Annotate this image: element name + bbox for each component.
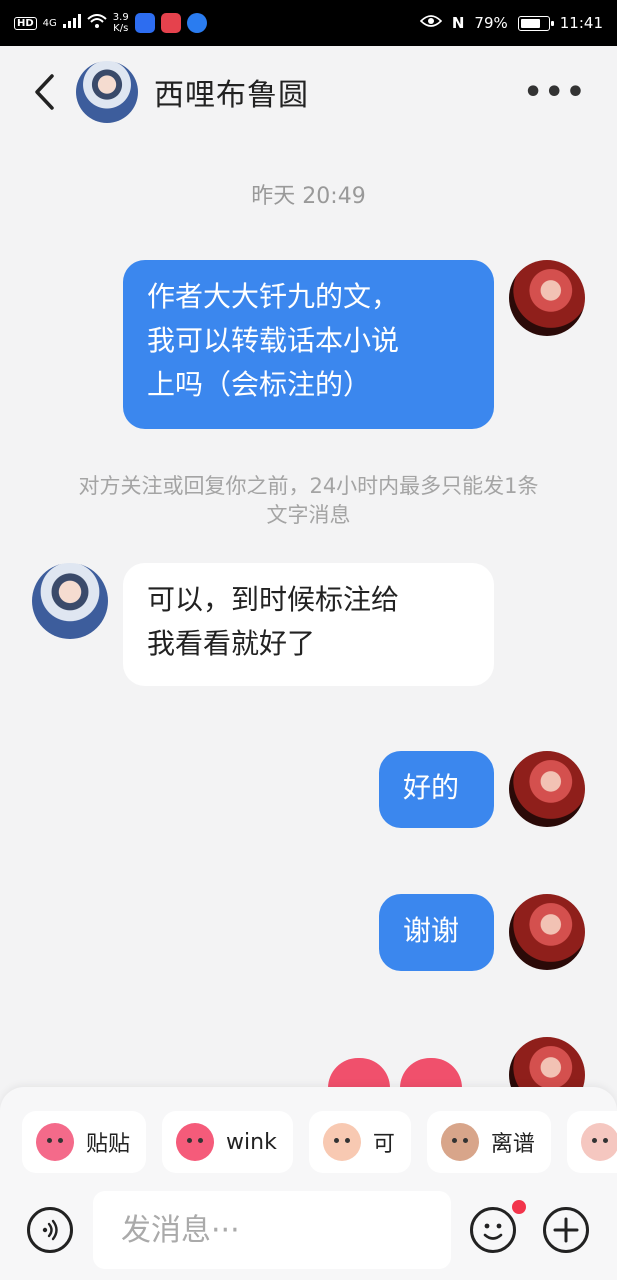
quick-reply-label: wink bbox=[226, 1129, 277, 1155]
speed-value: 3.9 bbox=[112, 12, 129, 23]
battery-icon bbox=[517, 15, 554, 31]
battery-level bbox=[520, 18, 540, 28]
chevron-left-icon bbox=[35, 74, 54, 110]
quick-reply-label: 可 bbox=[372, 1132, 395, 1157]
red-app-icon bbox=[160, 13, 181, 33]
quick-reply-label: 离谱 bbox=[490, 1132, 535, 1157]
emoji-button[interactable] bbox=[470, 1207, 516, 1253]
quick-reply-chip[interactable] bbox=[566, 1111, 617, 1173]
speed-unit: K/s bbox=[113, 23, 129, 34]
hd-badge: HD bbox=[14, 16, 37, 30]
sticker-icon bbox=[36, 1123, 74, 1161]
quick-reply-chip[interactable]: 贴贴 bbox=[22, 1111, 147, 1173]
clock: 11:41 bbox=[559, 14, 603, 32]
network-label: 4G bbox=[42, 17, 57, 29]
message-line: 我可以转载话本小说 bbox=[147, 324, 400, 357]
baidu-app-icon bbox=[134, 13, 155, 33]
quick-reply-chip[interactable]: wink bbox=[162, 1111, 293, 1173]
quick-reply-label: 贴贴 bbox=[86, 1132, 131, 1157]
quick-reply-chip[interactable]: 可 bbox=[308, 1111, 411, 1173]
contact-avatar[interactable] bbox=[32, 563, 108, 639]
quick-reply-bar: 贴贴 wink 可 离谱 bbox=[22, 1111, 617, 1173]
outgoing-message-bubble[interactable]: 谢谢 bbox=[379, 894, 494, 971]
notification-dot bbox=[512, 1200, 526, 1214]
message-line: 可以，到时候标注给 bbox=[147, 583, 400, 616]
sticker-icon bbox=[580, 1123, 617, 1161]
outgoing-message-bubble[interactable]: 作者大大钎九的文， 我可以转载话本小说 上吗（会标注的） bbox=[123, 260, 494, 429]
battery-percent: 79% bbox=[474, 14, 508, 32]
signal-icon bbox=[62, 14, 81, 32]
message-line: 上吗（会标注的） bbox=[147, 368, 372, 401]
sticker-icon bbox=[176, 1123, 215, 1161]
more-icon: ••• bbox=[523, 74, 587, 110]
wifi-icon bbox=[87, 13, 107, 33]
quick-reply-chip[interactable]: 离谱 bbox=[426, 1111, 551, 1173]
voice-icon bbox=[42, 1219, 58, 1241]
status-bar: HD 4G 3.9 K/s N 79% 11:41 bbox=[0, 0, 617, 46]
nfc-icon: N bbox=[451, 14, 465, 32]
message-timestamp: 昨天 20:49 bbox=[251, 184, 366, 209]
messaging-limit-notice: 对方关注或回复你之前，24小时内最多只能发1条文字消息 bbox=[78, 474, 539, 527]
sticker-icon bbox=[322, 1123, 361, 1161]
my-avatar[interactable] bbox=[509, 894, 585, 970]
eye-icon bbox=[419, 14, 442, 32]
compose-panel: 贴贴 wink 可 离谱 bbox=[0, 1087, 617, 1280]
input-row bbox=[0, 1191, 617, 1271]
sticker-icon bbox=[440, 1123, 479, 1161]
cloud-app-icon bbox=[186, 13, 207, 33]
message-line: 我看看就好了 bbox=[147, 627, 316, 660]
plus-icon bbox=[553, 1217, 579, 1243]
back-button[interactable] bbox=[14, 62, 74, 122]
more-actions-button[interactable] bbox=[543, 1207, 589, 1253]
contact-avatar[interactable] bbox=[76, 61, 138, 123]
incoming-message-bubble[interactable]: 可以，到时候标注给 我看看就好了 bbox=[123, 563, 494, 686]
message-line: 谢谢 bbox=[403, 914, 460, 947]
contact-name: 西哩布鲁圆 bbox=[154, 78, 309, 113]
outgoing-message-bubble[interactable]: 好的 bbox=[379, 751, 494, 828]
network-speed: 3.9 K/s bbox=[113, 12, 129, 34]
message-line: 好的 bbox=[403, 771, 460, 804]
more-options-button[interactable]: ••• bbox=[523, 75, 587, 110]
chat-header: 西哩布鲁圆 ••• bbox=[0, 46, 617, 138]
message-input[interactable] bbox=[93, 1191, 451, 1269]
message-line: 作者大大钎九的文， bbox=[147, 280, 400, 313]
voice-input-button[interactable] bbox=[27, 1207, 73, 1253]
my-avatar[interactable] bbox=[509, 751, 585, 827]
my-avatar[interactable] bbox=[509, 260, 585, 336]
emoji-icon bbox=[483, 1223, 503, 1240]
